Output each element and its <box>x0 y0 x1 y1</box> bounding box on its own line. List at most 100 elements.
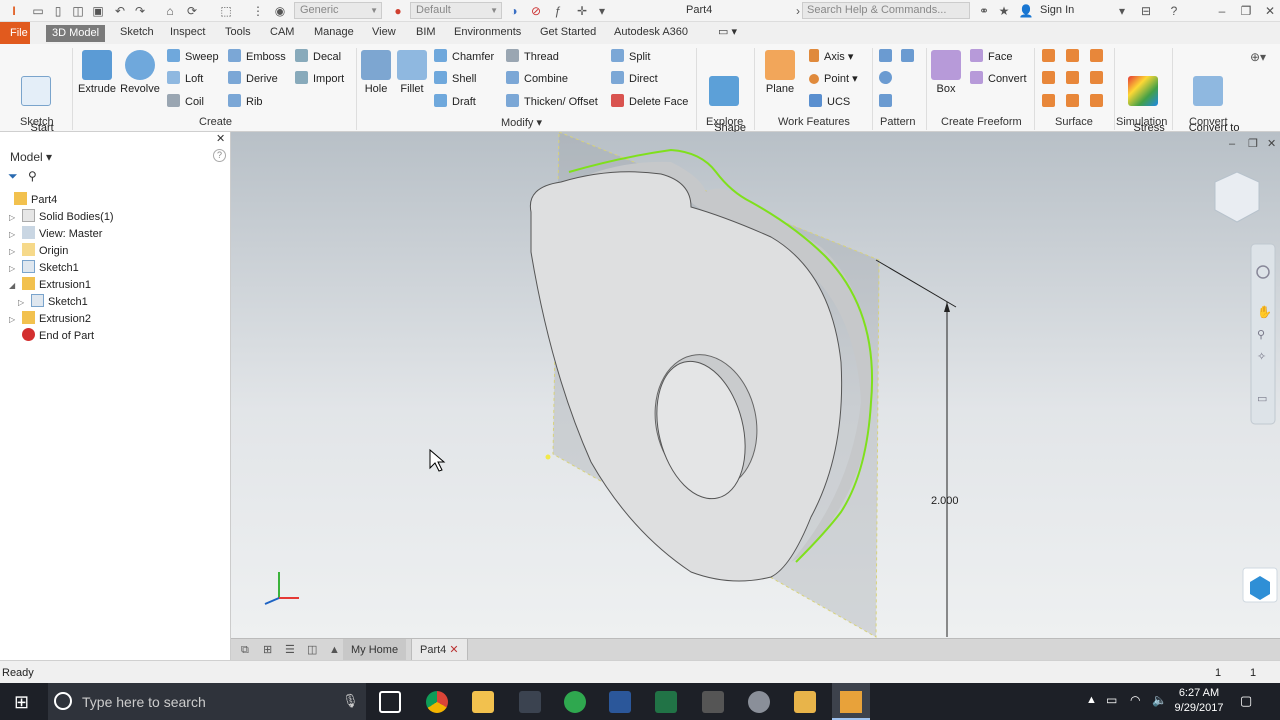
star-icon[interactable]: ★ <box>996 3 1012 19</box>
close-icon[interactable]: ✕ <box>1262 3 1278 19</box>
circular-pattern-button[interactable] <box>879 71 897 87</box>
plane-button[interactable]: Plane <box>760 50 800 96</box>
ribbon-overflow-icon[interactable]: ⊕▾ <box>1250 50 1266 64</box>
graphics-viewport[interactable]: ✋ ⚲ ✧ ▭ – ❐ ✕ 2.000 <box>231 131 1280 638</box>
tree-item-extrusion2[interactable]: Extrusion2 <box>22 311 91 327</box>
dropdown-chevron-icon[interactable]: ▾ <box>1114 3 1130 19</box>
notes-icon[interactable] <box>794 691 816 713</box>
look-at-icon[interactable]: ▭ <box>1257 393 1267 405</box>
tree-item-origin[interactable]: Origin <box>22 243 68 259</box>
browser-help-icon[interactable]: ? <box>213 149 226 162</box>
word-icon[interactable] <box>609 691 631 713</box>
tray-expand-icon[interactable]: ▲ <box>1086 694 1097 706</box>
cart-icon[interactable]: ⊟ <box>1138 3 1154 19</box>
direct-button[interactable]: Direct <box>611 71 658 87</box>
binoculars-icon[interactable]: ⚭ <box>976 3 992 19</box>
thicken-offset-button[interactable]: Thicken/ Offset <box>506 94 598 110</box>
file-menu[interactable]: File <box>0 22 30 44</box>
split-button[interactable]: Split <box>611 49 650 65</box>
thread-button[interactable]: Thread <box>506 49 559 65</box>
ucs-button[interactable]: UCS <box>809 94 850 110</box>
adjust-icon[interactable]: ◑ <box>506 3 522 19</box>
chamfer-button[interactable]: Chamfer <box>434 49 494 65</box>
collapse-icon[interactable]: ◢ <box>9 281 15 290</box>
rectangular-pattern-button[interactable] <box>879 49 897 65</box>
expand-icon[interactable]: ▷ <box>9 230 15 239</box>
patch-button[interactable] <box>1066 49 1084 65</box>
chrome-icon[interactable] <box>426 691 448 713</box>
face-button[interactable]: Face <box>970 49 1012 65</box>
expand-icon[interactable]: ▷ <box>9 264 15 273</box>
viewport-minimize-icon[interactable]: – <box>1229 138 1236 150</box>
home-icon[interactable]: ⌂ <box>162 3 178 19</box>
tree-item-sketch1[interactable]: Sketch1 <box>22 260 79 276</box>
viewport-restore-icon[interactable]: ❐ <box>1248 138 1258 150</box>
filter-icon[interactable]: ⏷ <box>8 169 18 184</box>
inventor-taskbar-button[interactable] <box>832 683 870 720</box>
expand-icon[interactable]: ▷ <box>9 315 15 324</box>
tab-view[interactable]: View <box>372 26 396 38</box>
viewcube[interactable] <box>1214 171 1260 223</box>
sync-icon[interactable] <box>748 691 770 713</box>
move-icon[interactable]: ✛ <box>574 3 590 19</box>
user-icon[interactable]: 👤 <box>1018 3 1034 19</box>
delete-face-button[interactable]: Delete Face <box>611 94 688 110</box>
revolve-button[interactable]: Revolve <box>118 50 162 96</box>
microphone-icon[interactable]: 🎙 <box>342 693 359 709</box>
expand-icon[interactable]: ▷ <box>9 213 15 222</box>
box-button[interactable]: Box <box>928 50 964 96</box>
tab-close-icon[interactable]: ✕ <box>449 644 458 656</box>
mirror-button[interactable] <box>901 49 919 65</box>
tab-manage[interactable]: Manage <box>314 26 354 38</box>
store-icon[interactable] <box>519 691 541 713</box>
boundary-patch-button[interactable] <box>1090 71 1108 87</box>
tab-3d-model[interactable]: 3D Model <box>46 25 106 42</box>
restore-icon[interactable]: ❐ <box>1238 3 1254 19</box>
derive-button[interactable]: Derive <box>228 71 278 87</box>
taskbar-clock[interactable]: 6:27 AM 9/29/2017 <box>1170 686 1228 716</box>
decal-button[interactable]: Decal <box>295 49 341 65</box>
zoom-icon[interactable]: ⚲ <box>1257 329 1265 341</box>
open-folder-icon[interactable]: ◫ <box>70 3 86 19</box>
viewport-close-icon[interactable]: ✕ <box>1267 138 1276 150</box>
stitch-button[interactable] <box>1042 49 1060 65</box>
file-explorer-icon[interactable] <box>472 691 494 713</box>
pan-icon[interactable]: ✋ <box>1257 305 1272 319</box>
tab-environments[interactable]: Environments <box>454 26 521 38</box>
clear-icon[interactable]: ⊘ <box>528 3 544 19</box>
app-green-icon[interactable] <box>564 691 586 713</box>
tab-sketch[interactable]: Sketch <box>120 26 154 38</box>
grid-icon[interactable]: ⋮ <box>250 3 266 19</box>
tree-item-end-of-part[interactable]: End of Part <box>22 328 94 344</box>
volume-icon[interactable]: 🔈 <box>1152 693 1167 707</box>
combine-button[interactable]: Combine <box>506 71 568 87</box>
repair-button[interactable] <box>1090 94 1108 110</box>
extrude-button[interactable]: Extrude <box>76 50 118 96</box>
task-view-icon[interactable] <box>379 691 401 713</box>
import-button[interactable]: Import <box>295 71 344 87</box>
calculator-icon[interactable] <box>702 691 724 713</box>
browser-title[interactable]: Model ▾ <box>10 150 52 164</box>
convert-freeform-button[interactable]: Convert <box>970 71 1027 87</box>
network-icon[interactable]: ▭ <box>1106 693 1117 707</box>
minimize-icon[interactable]: – <box>1214 3 1230 19</box>
panel-modify-label[interactable]: Modify ▾ <box>501 116 542 129</box>
extend-button[interactable] <box>1066 71 1084 87</box>
tab-a360[interactable]: Autodesk A360 <box>614 26 688 38</box>
sign-in-link[interactable]: Sign In <box>1040 4 1074 16</box>
ruled-surface-button[interactable] <box>1042 94 1060 110</box>
draft-button[interactable]: Draft <box>434 94 476 110</box>
axis-button[interactable]: Axis ▾ <box>809 49 853 65</box>
tab-inspect[interactable]: Inspect <box>170 26 205 38</box>
tab-part4[interactable]: Part4 ✕ <box>411 639 468 661</box>
redo-icon[interactable]: ↷ <box>132 3 148 19</box>
tree-item-sketch1-child[interactable]: Sketch1 <box>31 294 88 310</box>
new-file-icon[interactable]: ▭ <box>30 3 46 19</box>
sculpt-button[interactable] <box>1042 71 1060 87</box>
find-icon[interactable]: ⚲ <box>28 169 37 183</box>
notifications-icon[interactable]: ▢ <box>1240 693 1252 709</box>
model-canvas[interactable]: ✋ ⚲ ✧ ▭ – ❐ ✕ <box>231 131 1280 638</box>
loft-button[interactable]: Loft <box>167 71 203 87</box>
fillet-button[interactable]: Fillet <box>396 50 428 96</box>
rib-button[interactable]: Rib <box>228 94 263 110</box>
